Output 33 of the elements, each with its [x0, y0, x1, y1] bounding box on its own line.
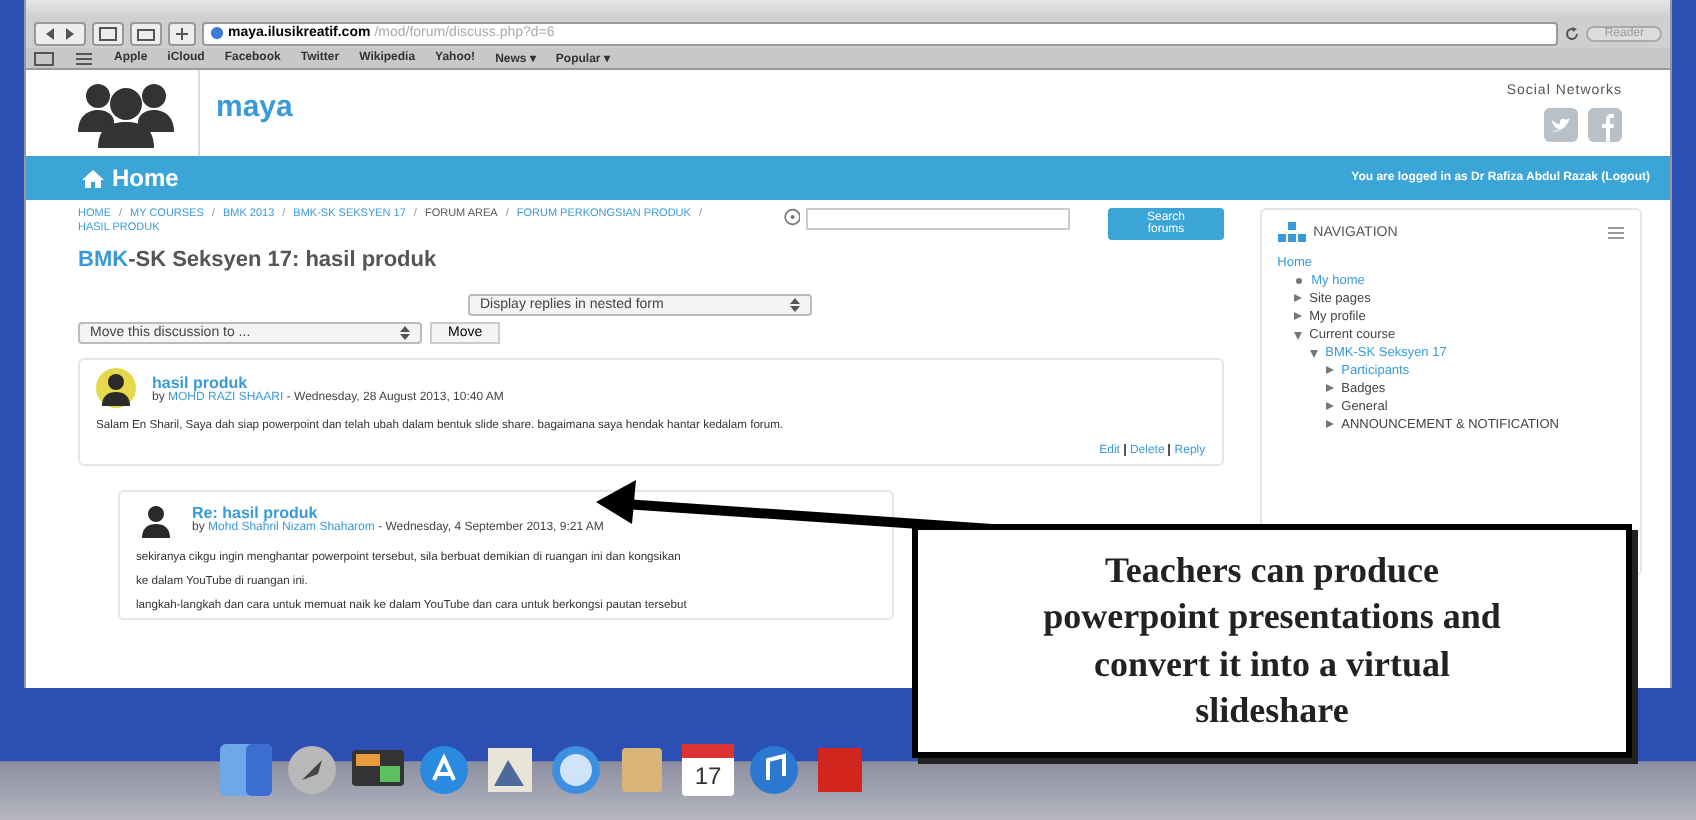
- collapse-icon[interactable]: [1293, 332, 1302, 340]
- page-title: BMK-SK Seksyen 17: hasil produk: [78, 248, 439, 272]
- expand-icon[interactable]: [1325, 420, 1334, 428]
- sidebar-button[interactable]: [92, 21, 124, 45]
- calendar-day: 17: [694, 758, 722, 794]
- add-button[interactable]: [168, 21, 196, 45]
- home-icon: [82, 169, 104, 187]
- share-button[interactable]: [130, 21, 162, 45]
- updown-icon: [790, 298, 800, 312]
- reload-icon[interactable]: [1564, 25, 1581, 41]
- menu-icon[interactable]: [1608, 225, 1624, 239]
- callout-text: Teachers can produce powerpoint presentations and convert it into a virtual slideshare: [912, 524, 1632, 758]
- expand-icon[interactable]: [1325, 366, 1334, 374]
- calendar-icon[interactable]: 17: [682, 744, 734, 796]
- expand-icon[interactable]: [1293, 312, 1302, 320]
- grid-icon[interactable]: [74, 51, 94, 65]
- photo-icon[interactable]: [484, 744, 536, 796]
- expand-icon[interactable]: [1325, 402, 1334, 410]
- home-link[interactable]: Home: [82, 164, 179, 192]
- search-field[interactable]: [806, 208, 1071, 230]
- post-subject[interactable]: hasil produk: [152, 373, 504, 391]
- plus-icon: [174, 25, 190, 41]
- sitemap-icon: [1277, 222, 1306, 242]
- back-forward-button[interactable]: [34, 21, 86, 45]
- collapse-icon[interactable]: [1309, 350, 1318, 358]
- bullet-icon: [1295, 278, 1302, 284]
- globe-icon: [210, 26, 224, 40]
- avatar-icon: [96, 368, 136, 408]
- updown-icon: [400, 326, 410, 340]
- expand-icon[interactable]: [1293, 294, 1302, 302]
- people-logo-icon: [74, 79, 178, 147]
- post-subject[interactable]: Re: hasil produk: [192, 504, 604, 523]
- expand-icon[interactable]: [1325, 384, 1334, 392]
